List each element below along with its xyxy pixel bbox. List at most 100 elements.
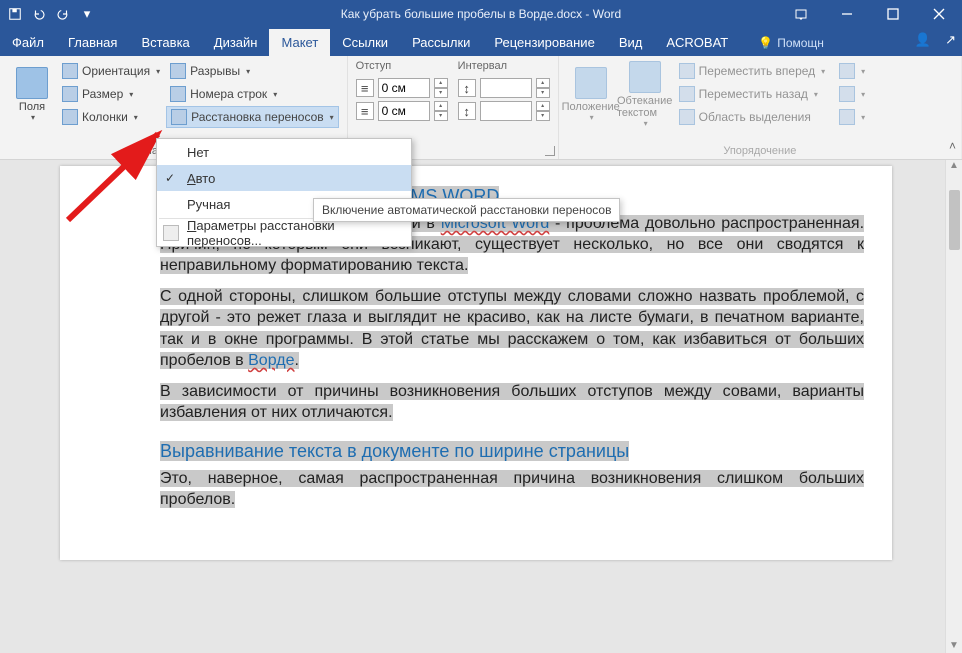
bring-forward-button[interactable]: Переместить вперед▾ [675, 60, 830, 82]
spacing-after-icon: ↕ [458, 102, 476, 120]
vertical-scrollbar[interactable]: ▲ ▼ [945, 160, 962, 653]
indent-left-icon: ≡ [356, 79, 374, 97]
hyphen-options-icon [163, 225, 179, 241]
save-icon[interactable] [4, 3, 26, 25]
tab-insert[interactable]: Вставка [129, 29, 201, 56]
rotate-button[interactable]: ▾ [835, 106, 869, 128]
hyphenation-dropdown: Нет ✓Авто Ручная Параметры расстановки п… [156, 138, 412, 247]
document-area: Убираем большие пробелы в MS WORD Больши… [0, 160, 962, 653]
orientation-label: Ориентация [82, 64, 150, 78]
indent-right-spin[interactable]: ≡ ▴▾ [356, 100, 448, 122]
hyphen-options-item[interactable]: Параметры расстановки переносов... [157, 220, 411, 246]
breaks-icon [170, 63, 186, 79]
indent-right-down[interactable]: ▾ [434, 111, 448, 121]
indent-right-up[interactable]: ▴ [434, 101, 448, 111]
hyphen-options-label: Параметры расстановки переносов... [187, 218, 411, 248]
spacing-before-spin[interactable]: ↕ ▴▾ [458, 77, 550, 99]
tab-file[interactable]: Файл [0, 29, 56, 56]
scroll-thumb[interactable] [949, 190, 960, 250]
paragraph-launcher-icon[interactable] [545, 146, 555, 156]
columns-button[interactable]: Колонки▾ [58, 106, 164, 128]
doc-heading-2: Выравнивание текста в документе по ширин… [160, 441, 864, 462]
hyphen-manual-label: Ручная [187, 197, 230, 212]
spacing-after-input[interactable] [480, 101, 532, 121]
ribbon: Поля ▾ Ориентация▾ Размер▾ Колонки▾ Разр… [0, 56, 962, 160]
hyphen-none-item[interactable]: Нет [157, 139, 411, 165]
window-title: Как убрать большие пробелы в Ворде.docx … [341, 7, 621, 21]
wrap-text-button[interactable]: Обтекание текстом▾ [621, 60, 669, 128]
margins-label: Поля [19, 101, 45, 113]
collapse-ribbon-icon[interactable]: ˄ [949, 139, 956, 153]
orientation-icon [62, 63, 78, 79]
tab-design[interactable]: Дизайн [202, 29, 270, 56]
line-numbers-icon [170, 86, 186, 102]
line-numbers-button[interactable]: Номера строк▾ [166, 83, 339, 105]
size-button[interactable]: Размер▾ [58, 83, 164, 105]
arrange-group-label: Упорядочение [567, 143, 953, 157]
position-label: Положение [562, 101, 620, 113]
align-icon [839, 63, 855, 79]
tell-me-label: Помощн [777, 36, 824, 50]
hyphen-auto-label: Авто [187, 171, 215, 186]
indent-left-down[interactable]: ▾ [434, 88, 448, 98]
tell-me[interactable]: 💡 Помощн [748, 30, 834, 56]
bring-forward-label: Переместить вперед [699, 64, 815, 78]
orientation-button[interactable]: Ориентация▾ [58, 60, 164, 82]
indent-right-input[interactable] [378, 101, 430, 121]
tab-review[interactable]: Рецензирование [482, 29, 606, 56]
ribbon-options-icon[interactable] [778, 0, 824, 28]
align-button[interactable]: ▾ [835, 60, 869, 82]
qat-customize-icon[interactable]: ▾ [76, 3, 98, 25]
tooltip: Включение автоматической расстановки пер… [313, 198, 620, 222]
spacing-before-icon: ↕ [458, 79, 476, 97]
breaks-button[interactable]: Разрывы▾ [166, 60, 339, 82]
scroll-up-icon[interactable]: ▲ [946, 160, 962, 171]
tab-home[interactable]: Главная [56, 29, 129, 56]
spacing-after-up[interactable]: ▴ [536, 101, 550, 111]
size-icon [62, 86, 78, 102]
spacing-after-down[interactable]: ▾ [536, 111, 550, 121]
wrap-text-label: Обтекание текстом [617, 95, 672, 119]
send-backward-label: Переместить назад [699, 87, 808, 101]
group-button[interactable]: ▾ [835, 83, 869, 105]
tab-mailings[interactable]: Рассылки [400, 29, 482, 56]
undo-icon[interactable] [28, 3, 50, 25]
selection-pane-button[interactable]: Область выделения [675, 106, 830, 128]
spacing-before-input[interactable] [480, 78, 532, 98]
indent-right-icon: ≡ [356, 102, 374, 120]
doc-paragraph-3: В зависимости от причины возникновения б… [160, 381, 864, 423]
tab-layout[interactable]: Макет [269, 29, 330, 56]
tab-view[interactable]: Вид [607, 29, 655, 56]
maximize-icon[interactable] [870, 0, 916, 28]
hyphenation-button[interactable]: Расстановка переносов▾ [166, 106, 339, 128]
margins-button[interactable]: Поля ▾ [8, 60, 56, 128]
title-bar: ▾ Как убрать большие пробелы в Ворде.doc… [0, 0, 962, 28]
wrap-text-icon [629, 61, 661, 93]
indent-left-input[interactable] [378, 78, 430, 98]
size-label: Размер [82, 87, 123, 101]
hyphen-none-label: Нет [187, 145, 209, 160]
position-icon [575, 67, 607, 99]
redo-icon[interactable] [52, 3, 74, 25]
selection-pane-label: Область выделения [699, 110, 811, 124]
spacing-after-spin[interactable]: ↕ ▴▾ [458, 100, 550, 122]
share-icon[interactable]: ↗ [945, 32, 956, 48]
position-button[interactable]: Положение▾ [567, 60, 615, 128]
bring-forward-icon [679, 63, 695, 79]
indent-left-spin[interactable]: ≡ ▴▾ [356, 77, 448, 99]
indent-left-up[interactable]: ▴ [434, 78, 448, 88]
hyphenation-icon [171, 109, 187, 125]
spacing-before-down[interactable]: ▾ [536, 88, 550, 98]
tab-acrobat[interactable]: ACROBAT [654, 29, 740, 56]
send-backward-button[interactable]: Переместить назад▾ [675, 83, 830, 105]
lightbulb-icon: 💡 [758, 36, 773, 50]
minimize-icon[interactable] [824, 0, 870, 28]
rotate-icon [839, 109, 855, 125]
spacing-before-up[interactable]: ▴ [536, 78, 550, 88]
scroll-down-icon[interactable]: ▼ [946, 640, 962, 651]
ribbon-tabs: Файл Главная Вставка Дизайн Макет Ссылки… [0, 28, 962, 56]
close-icon[interactable] [916, 0, 962, 28]
hyphen-auto-item[interactable]: ✓Авто [157, 165, 411, 191]
signin-icon[interactable]: 👤 [915, 32, 931, 48]
tab-references[interactable]: Ссылки [330, 29, 400, 56]
